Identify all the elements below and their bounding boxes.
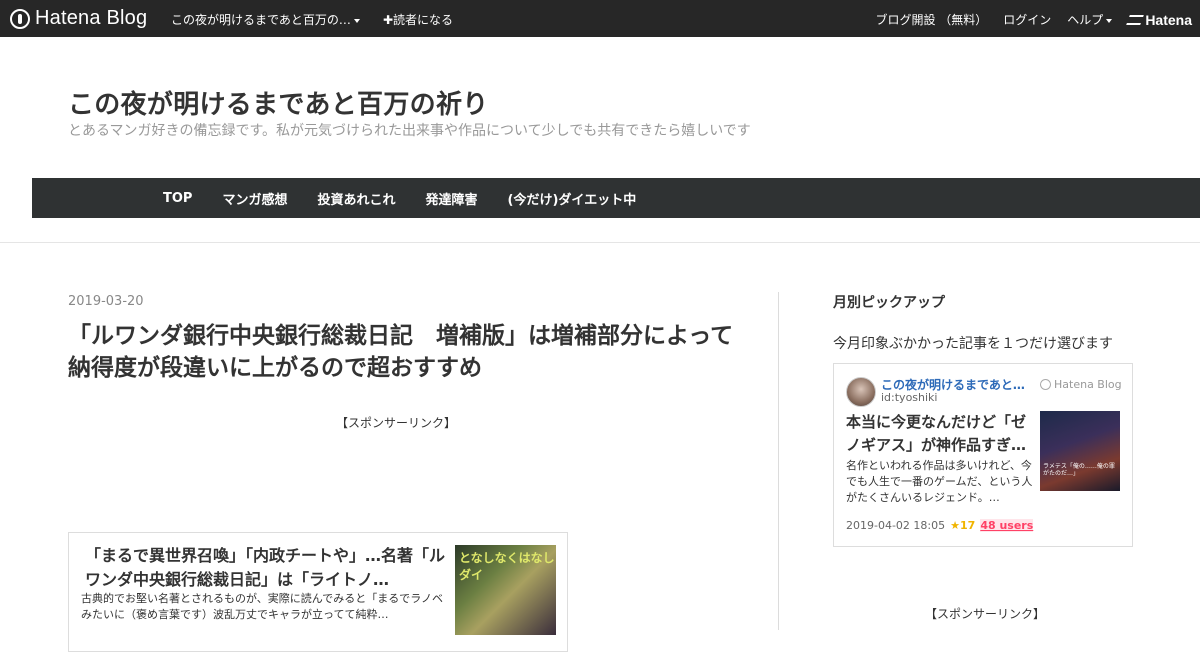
- embed-card-thumbnail[interactable]: となしなくはなしダイ: [455, 545, 556, 635]
- hatena-blog-icon: [1040, 379, 1051, 390]
- thumbnail-caption: となしなくはなしダイ: [459, 551, 555, 582]
- blog-menu-dropdown[interactable]: この夜が明けるまであと百万の…: [171, 11, 360, 28]
- article-title[interactable]: 「ルワンダ銀行中央銀行総裁日記 増補版」は増補部分によって納得度が段違いに上がる…: [68, 320, 738, 384]
- nav-item-manga[interactable]: マンガ感想: [222, 189, 287, 208]
- hatena-logo[interactable]: Hatena: [1126, 11, 1192, 28]
- column-divider: [778, 292, 779, 630]
- embed-card-title[interactable]: 「まるで異世界召喚」「内政チートや」…名著「ルワンダ中央銀行総裁日記」は「ライト…: [85, 544, 445, 592]
- chevron-down-icon: [1106, 18, 1113, 23]
- login-link[interactable]: ログイン: [1003, 11, 1051, 28]
- hatena-mark-icon: [1126, 14, 1145, 25]
- category-nav: TOP マンガ感想 投資あれこれ 発達障害 (今だけ)ダイエット中: [32, 178, 1200, 218]
- help-menu[interactable]: ヘルプ: [1067, 11, 1113, 28]
- bookmark-users-link[interactable]: 48 users: [980, 519, 1034, 532]
- hatena-blog-logo[interactable]: Hatena Blog: [10, 7, 147, 30]
- sponsor-label: 【スポンサーリンク】: [336, 416, 457, 430]
- help-label: ヘルプ: [1067, 13, 1104, 27]
- nav-item-developmental[interactable]: 発達障害: [425, 189, 477, 208]
- pickup-title[interactable]: 本当に今更なんだけど「ゼノギアス」が神作品すぎ…: [846, 411, 1030, 457]
- hatena-blog-badge-label: Hatena Blog: [1054, 378, 1122, 391]
- pickup-description: 名作といわれる作品は多いけれど、今でも人生で一番のゲームだ、という人がたくさんい…: [846, 459, 1033, 504]
- nav-item-diet[interactable]: (今だけ)ダイエット中: [508, 189, 637, 208]
- sidebar-text: 今月印象ぶかかった記事を１つだけ選びます: [833, 336, 1113, 352]
- pickup-thumbnail[interactable]: ラメテス「俺の……俺の罪がたのだ…」: [1040, 411, 1120, 491]
- global-header-right: ブログ開設 （無料） ログイン ヘルプ Hatena: [875, 11, 1192, 28]
- logo-text: Hatena Blog: [35, 7, 148, 29]
- pickup-card[interactable]: この夜が明けるまであと… id:tyoshiki Hatena Blog 本当に…: [833, 363, 1133, 547]
- hatena-blog-badge: Hatena Blog: [1040, 378, 1122, 391]
- pickup-user-id[interactable]: id:tyoshiki: [881, 391, 937, 404]
- hatena-logo-text: Hatena: [1145, 11, 1192, 28]
- thumbnail-caption: ラメテス「俺の……俺の罪がたのだ…」: [1043, 463, 1115, 477]
- blog-description: とあるマンガ好きの備忘録です。私が元気づけられた出来事や作品について少しでも共有…: [68, 123, 751, 139]
- sidebar-sponsor-label: 【スポンサーリンク】: [925, 607, 1046, 621]
- header-divider: [0, 242, 1200, 243]
- article-date[interactable]: 2019-03-20: [68, 294, 144, 309]
- blog-menu-label: この夜が明けるまであと百万の…: [171, 13, 351, 27]
- nav-item-investment[interactable]: 投資あれこれ: [317, 189, 395, 208]
- avatar[interactable]: [846, 377, 876, 407]
- start-blog-link[interactable]: ブログ開設 （無料）: [875, 11, 987, 28]
- blog-title[interactable]: この夜が明けるまであと百万の祈り: [68, 84, 489, 121]
- pickup-datetime: 2019-04-02 18:05: [846, 519, 946, 532]
- nav-item-top[interactable]: TOP: [163, 191, 192, 206]
- star-count-value: 17: [960, 519, 976, 532]
- sidebar-heading: 月別ピックアップ: [833, 295, 945, 311]
- star-count[interactable]: ★17: [950, 519, 975, 532]
- chevron-down-icon: [353, 18, 360, 23]
- star-icon: ★: [950, 519, 960, 532]
- hatena-blog-logo-icon: [10, 8, 30, 29]
- pickup-meta: 2019-04-02 18:05 ★17 48 users: [846, 519, 1034, 532]
- subscribe-button[interactable]: ✚読者になる: [383, 11, 453, 28]
- global-header: Hatena Blog この夜が明けるまであと百万の… ✚読者になる ブログ開設…: [0, 0, 1200, 37]
- embed-card-description: 古典的でお堅い名著とされるものが、実際に読んでみると「まるでラノベみたいに（褒め…: [81, 592, 444, 621]
- embed-card[interactable]: 「まるで異世界召喚」「内政チートや」…名著「ルワンダ中央銀行総裁日記」は「ライト…: [68, 532, 568, 652]
